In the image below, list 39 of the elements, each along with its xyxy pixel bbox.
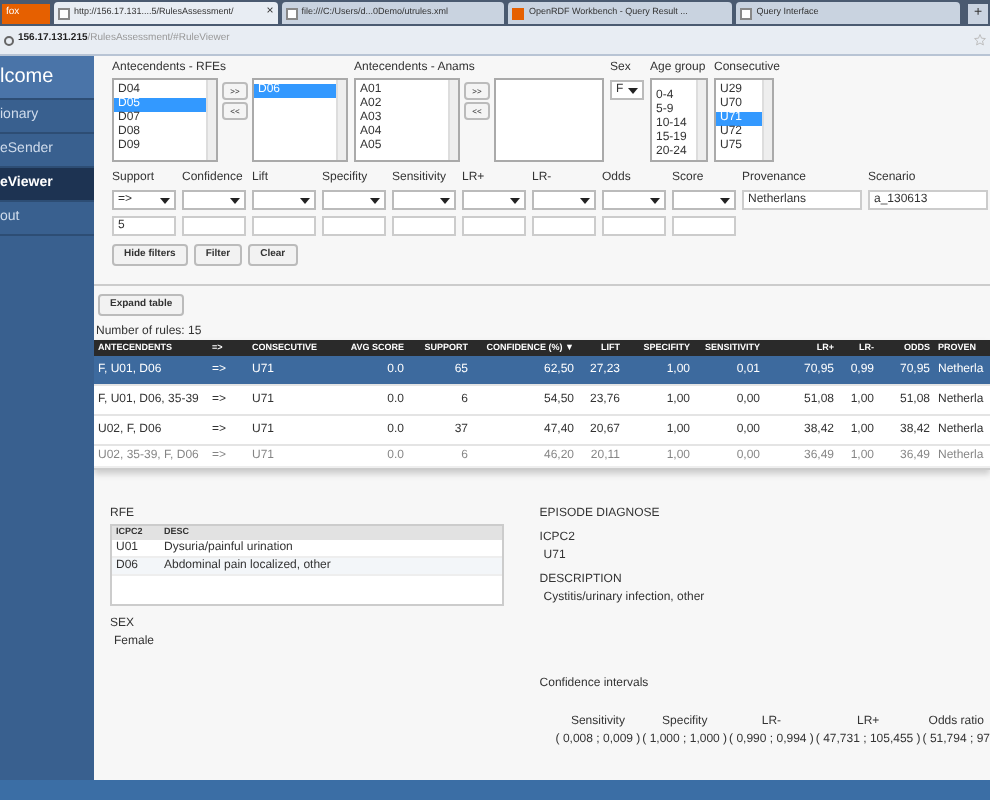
caret-icon xyxy=(230,197,240,203)
caret-icon xyxy=(650,197,660,203)
page-icon xyxy=(57,7,70,19)
scrollbar[interactable] xyxy=(448,80,458,160)
caret-icon xyxy=(720,197,730,203)
star-icon[interactable] xyxy=(974,34,986,46)
caret-icon xyxy=(580,197,590,203)
select-field[interactable] xyxy=(322,190,386,210)
sidebar-title: lcome xyxy=(0,56,94,100)
select-field[interactable] xyxy=(462,190,526,210)
select-field[interactable] xyxy=(532,190,596,210)
scrollbar[interactable] xyxy=(336,80,346,160)
select-field[interactable] xyxy=(252,190,316,210)
select-field[interactable] xyxy=(392,190,456,210)
caret-icon xyxy=(628,87,638,93)
page-icon xyxy=(285,7,298,19)
input-field[interactable] xyxy=(532,216,596,236)
select-field[interactable] xyxy=(672,190,736,210)
caret-icon xyxy=(510,197,520,203)
caret-icon xyxy=(440,197,450,203)
scrollbar[interactable] xyxy=(762,80,772,160)
input-field[interactable] xyxy=(602,216,666,236)
scrollbar[interactable] xyxy=(206,80,216,160)
input-field[interactable] xyxy=(462,216,526,236)
page-icon xyxy=(740,7,753,19)
globe-icon xyxy=(4,35,14,45)
input-field[interactable] xyxy=(252,216,316,236)
caret-icon xyxy=(370,197,380,203)
select-field[interactable] xyxy=(602,190,666,210)
input-field[interactable] xyxy=(182,216,246,236)
caret-icon xyxy=(160,197,170,203)
input-field[interactable] xyxy=(672,216,736,236)
list-box[interactable] xyxy=(494,78,604,162)
select-field[interactable] xyxy=(182,190,246,210)
scrollbar[interactable] xyxy=(696,80,706,160)
input-field[interactable] xyxy=(322,216,386,236)
caret-icon xyxy=(300,197,310,203)
input-field[interactable] xyxy=(392,216,456,236)
page-icon xyxy=(512,7,525,19)
